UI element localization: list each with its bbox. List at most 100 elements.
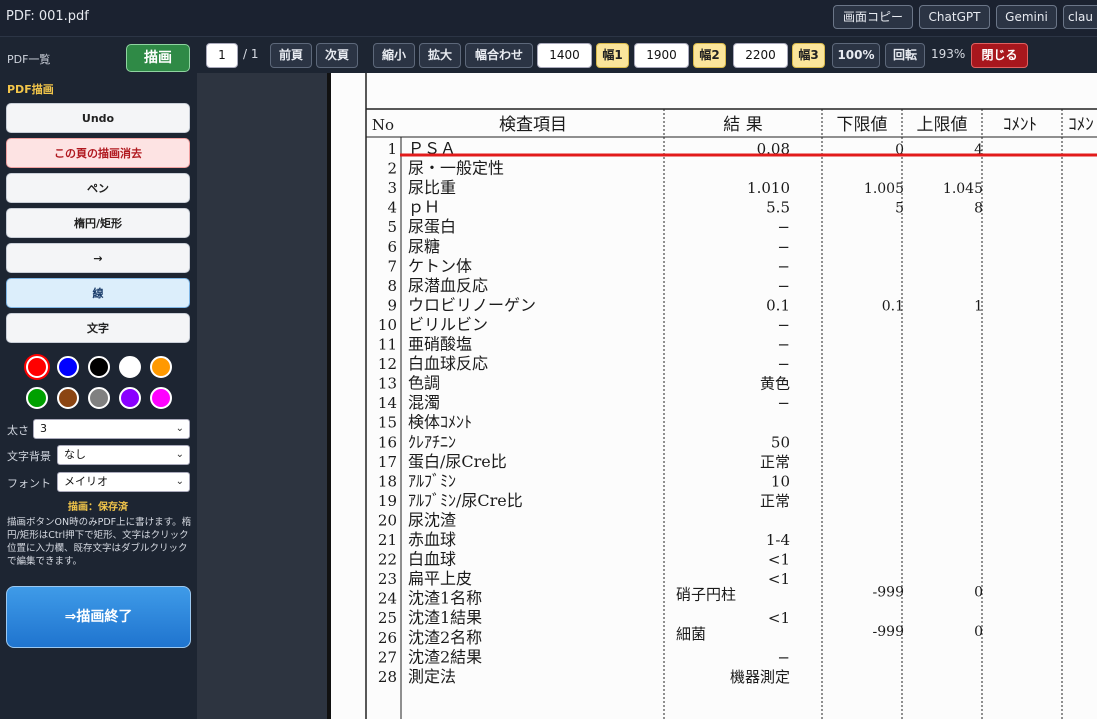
pdf-page[interactable]: No 検査項目結 果下限値 上限値 ｺﾒﾝﾄ ｺﾒﾝ 1 ＰＳＡ 0.08 0 4 2 尿・一般定性… — [331, 73, 1097, 719]
thickness-label: 太さ — [7, 424, 29, 437]
color-swatch-white[interactable] — [119, 356, 141, 378]
row-item: ケトン体 — [408, 256, 472, 275]
row-number: 8 — [387, 277, 397, 295]
row-item: 色調 — [408, 374, 440, 393]
color-swatch-red[interactable] — [26, 356, 48, 378]
claude-button[interactable]: clau — [1063, 5, 1097, 29]
arrow-tool-button[interactable]: → — [6, 243, 190, 273]
row-high: 0 — [974, 585, 983, 601]
close-button[interactable]: 閉じる — [971, 43, 1028, 68]
fit-width-button[interactable]: 幅合わせ — [465, 43, 533, 68]
color-swatch-blue[interactable] — [57, 356, 79, 378]
chevron-down-icon: ⌄ — [175, 449, 184, 460]
row-low: -999 — [873, 624, 904, 640]
pdf-list-label[interactable]: PDF一覧 — [7, 51, 50, 67]
column-header: 下限値 — [837, 115, 888, 135]
ellipse-rect-tool-button[interactable]: 楕円/矩形 — [6, 208, 190, 238]
row-low: 1.005 — [864, 181, 904, 197]
row-number: 17 — [378, 453, 397, 471]
thickness-select[interactable]: 3 ⌄ — [33, 419, 190, 439]
row-number: 5 — [387, 218, 397, 236]
pdf-viewer[interactable]: No 検査項目結 果下限値 上限値 ｺﾒﾝﾄ ｺﾒﾝ 1 ＰＳＡ 0.08 0 4 2 尿・一般定性… — [197, 73, 1097, 719]
row-result: − — [777, 394, 790, 412]
page-number-input[interactable]: 1 — [206, 43, 238, 68]
screen-copy-button[interactable]: 画面コピー — [833, 5, 913, 29]
row-high: 1 — [974, 298, 983, 314]
row-result: − — [777, 277, 790, 295]
section-title: PDF描画 — [7, 83, 54, 96]
row-result: 50 — [771, 433, 790, 451]
draw-toggle-button[interactable]: 描画 — [126, 44, 190, 72]
row-item: ｱﾙﾌﾞﾐﾝ/尿Cre比 — [408, 491, 523, 510]
row-number: 6 — [387, 238, 397, 256]
row-number: 27 — [378, 648, 397, 666]
row-item: 沈渣2結果 — [408, 647, 482, 666]
row-number: 22 — [378, 551, 397, 569]
pen-tool-button[interactable]: ペン — [6, 173, 190, 203]
zoom-in-button[interactable]: 拡大 — [419, 43, 461, 68]
zoom-level: 193% — [931, 47, 966, 61]
row-item: 赤血球 — [408, 530, 456, 549]
row-result: − — [777, 218, 790, 236]
row-result: 5.5 — [766, 199, 790, 217]
width1-input[interactable]: 1400 — [537, 43, 592, 68]
row-result: − — [777, 355, 790, 373]
chatgpt-button[interactable]: ChatGPT — [919, 5, 990, 29]
row-item: 亜硝酸塩 — [408, 335, 472, 354]
text-bg-label: 文字背景 — [7, 450, 51, 463]
row-item: 沈渣1名称 — [408, 589, 482, 608]
clear-page-drawing-button[interactable]: この頁の描画消去 — [6, 138, 190, 168]
row-low: 0.1 — [882, 298, 904, 314]
end-drawing-button[interactable]: ⇒描画終了 — [6, 586, 191, 648]
color-swatch-green[interactable] — [26, 387, 48, 409]
help-text: 描画ボタンON時のみPDF上に書けます。楕円/矩形はCtrl押下で矩形、文字はク… — [7, 517, 192, 567]
row-low: 5 — [895, 201, 904, 217]
font-select[interactable]: メイリオ ⌄ — [57, 472, 190, 492]
row-item: 尿沈渣 — [408, 510, 456, 529]
row-item: 白血球反応 — [408, 354, 488, 373]
color-swatch-orange[interactable] — [150, 356, 172, 378]
rotate-button[interactable]: 回転 — [885, 43, 925, 68]
row-result: 硝子円柱 — [676, 586, 736, 604]
width1-button[interactable]: 幅1 — [596, 43, 629, 68]
zoom-100-button[interactable]: 100% — [832, 43, 880, 68]
line-tool-button[interactable]: 線 — [6, 278, 190, 308]
row-item: ｐＨ — [408, 198, 440, 217]
width2-button[interactable]: 幅2 — [693, 43, 726, 68]
row-high: 8 — [974, 201, 983, 217]
row-number: 19 — [378, 492, 397, 510]
zoom-out-button[interactable]: 縮小 — [373, 43, 415, 68]
row-number: 1 — [387, 140, 397, 158]
chevron-down-icon: ⌄ — [175, 476, 184, 487]
gemini-button[interactable]: Gemini — [996, 5, 1057, 29]
row-high: 0 — [974, 624, 983, 640]
sidebar: PDF一覧 描画 PDF描画 Undo この頁の描画消去 ペン 楕円/矩形 → … — [0, 37, 197, 719]
row-item: ｱﾙﾌﾞﾐﾝ — [408, 471, 456, 490]
row-item: 測定法 — [408, 667, 456, 686]
color-swatch-black[interactable] — [88, 356, 110, 378]
row-result: − — [777, 336, 790, 354]
row-result: 0.1 — [766, 296, 790, 314]
pdf-page-content: No 検査項目結 果下限値 上限値 ｺﾒﾝﾄ ｺﾒﾝ 1 ＰＳＡ 0.08 0 42 尿・一般定性… — [365, 73, 1097, 719]
color-swatch-brown[interactable] — [57, 387, 79, 409]
width3-button[interactable]: 幅3 — [792, 43, 825, 68]
text-bg-select[interactable]: なし ⌄ — [57, 445, 190, 465]
row-number: 10 — [378, 316, 397, 334]
row-result: 黄色 — [760, 375, 790, 393]
color-swatch-purple[interactable] — [119, 387, 141, 409]
color-swatch-gray[interactable] — [88, 387, 110, 409]
row-result: 1-4 — [766, 531, 790, 549]
column-header: 上限値 — [917, 115, 968, 135]
prev-page-button[interactable]: 前頁 — [270, 43, 312, 68]
undo-button[interactable]: Undo — [6, 103, 190, 133]
column-header: ｺﾒﾝ — [1068, 115, 1094, 135]
row-number: 21 — [378, 531, 397, 549]
row-result: − — [777, 257, 790, 275]
text-tool-button[interactable]: 文字 — [6, 313, 190, 343]
width3-input[interactable]: 2200 — [733, 43, 788, 68]
width2-input[interactable]: 1900 — [634, 43, 689, 68]
row-number: 16 — [378, 433, 397, 451]
color-swatch-magenta[interactable] — [150, 387, 172, 409]
next-page-button[interactable]: 次頁 — [316, 43, 358, 68]
row-item: 混濁 — [408, 393, 440, 412]
